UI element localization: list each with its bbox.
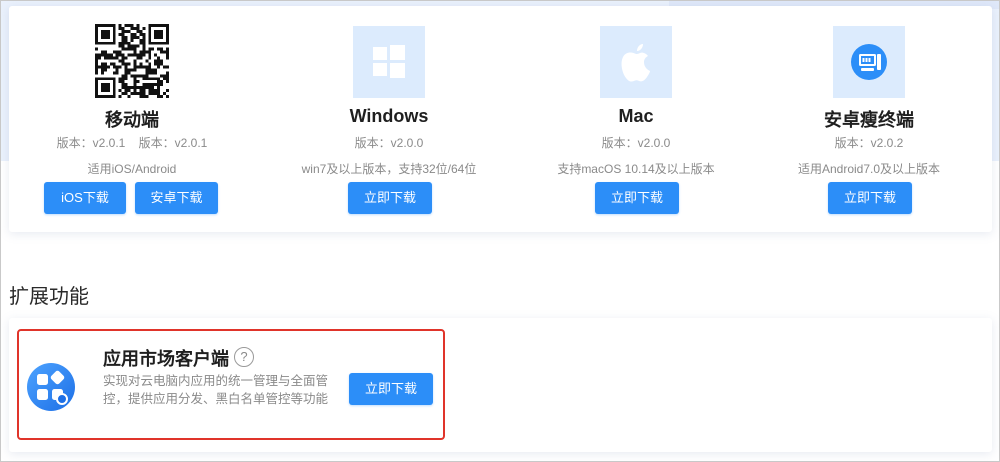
android-thin-client-icon	[833, 26, 905, 98]
windows-icon	[353, 26, 425, 98]
qr-code-icon	[95, 24, 169, 98]
highlight-box	[17, 329, 445, 440]
platform-name: Mac	[618, 106, 654, 126]
android-thin-client-download-button[interactable]: 立即下载	[828, 182, 912, 214]
compat-note: 支持macOS 10.14及以上版本	[557, 162, 715, 176]
apple-icon	[600, 26, 672, 98]
mac-download-button[interactable]: 立即下载	[595, 182, 679, 214]
compat-note: win7及以上版本，支持32位/64位	[301, 162, 477, 176]
compat-note: 适用iOS/Android	[87, 162, 177, 176]
platform-name: 安卓瘦终端	[824, 110, 914, 130]
version-text: 版本：v2.0.0	[354, 136, 424, 150]
platform-name: Windows	[349, 106, 429, 126]
compat-note: 适用Android7.0及以上版本	[797, 162, 941, 176]
windows-download-button[interactable]: 立即下载	[348, 182, 432, 214]
download-mobile: 移动端 版本：v2.0.1 版本：v2.0.1 适用iOS/Android iO…	[9, 6, 255, 232]
download-windows: Windows 版本：v2.0.0 win7及以上版本，支持32位/64位 立即…	[266, 6, 512, 232]
version-text: 版本：v2.0.1 版本：v2.0.1	[56, 136, 208, 150]
platform-name: 移动端	[105, 110, 159, 130]
download-android-thin-client: 安卓瘦终端 版本：v2.0.2 适用Android7.0及以上版本 立即下载	[746, 6, 992, 232]
version-text: 版本：v2.0.0	[601, 136, 671, 150]
download-card: 移动端 版本：v2.0.1 版本：v2.0.1 适用iOS/Android iO…	[9, 6, 992, 232]
ios-download-button[interactable]: iOS下载	[44, 182, 126, 214]
android-download-button[interactable]: 安卓下载	[135, 182, 218, 214]
extensions-section-title: 扩展功能	[9, 286, 89, 308]
version-text: 版本：v2.0.2	[834, 136, 904, 150]
download-mac: Mac 版本：v2.0.0 支持macOS 10.14及以上版本 立即下载	[513, 6, 759, 232]
